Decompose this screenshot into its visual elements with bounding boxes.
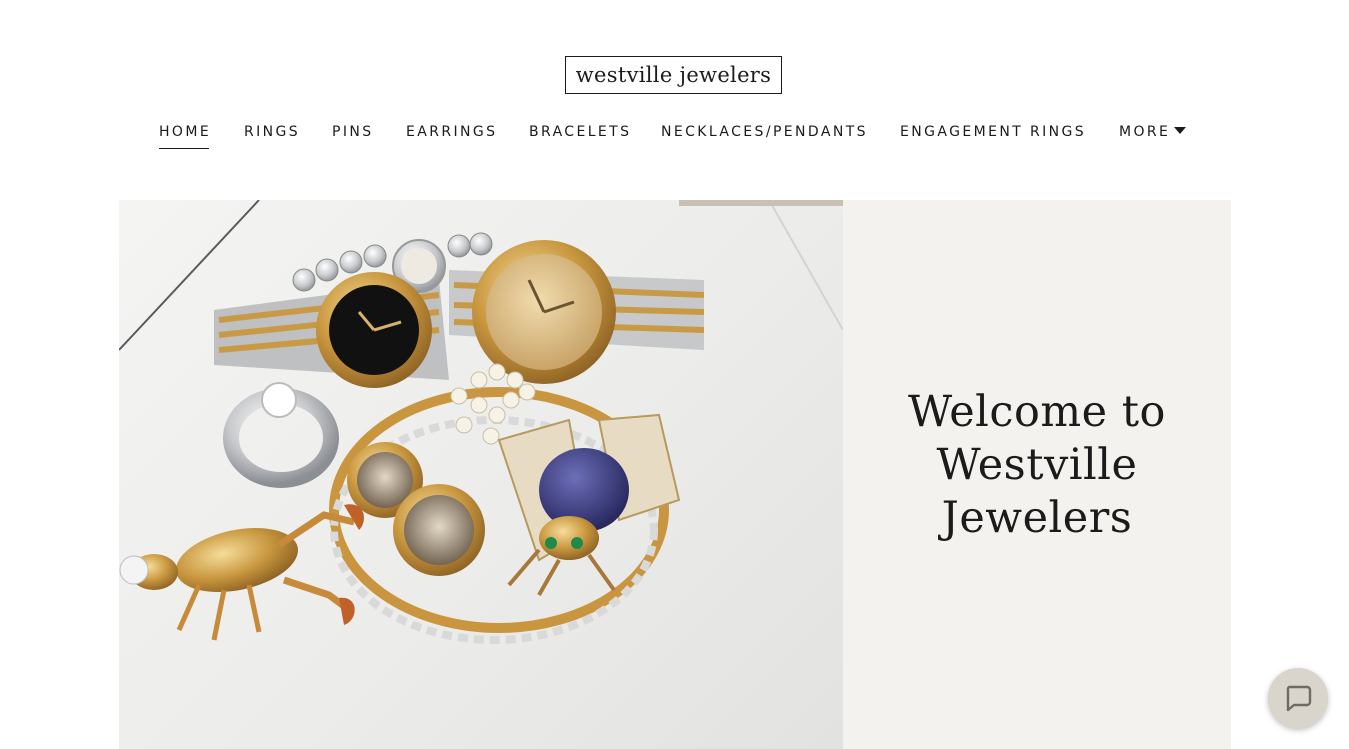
caret-down-icon — [1174, 127, 1187, 134]
hero-title: Welcome to Westville Jewelers — [908, 387, 1166, 543]
nav-item-necklaces-pendants[interactable]: NECKLACES/PENDANTS — [661, 122, 868, 142]
nav-item-more[interactable]: MORE — [1119, 122, 1187, 142]
nav-item-more-label: MORE — [1119, 124, 1171, 140]
nav-item-home[interactable]: HOME — [159, 122, 211, 149]
hero-panel: Welcome to Westville Jewelers — [843, 200, 1231, 749]
chat-button[interactable] — [1268, 668, 1328, 728]
jewelry-photo-illustration — [119, 200, 843, 644]
nav-item-bracelets[interactable]: BRACELETS — [529, 122, 631, 142]
page: westville jewelers HOME RINGS PINS EARRI… — [0, 0, 1349, 749]
site-logo[interactable]: westville jewelers — [565, 56, 782, 94]
main-nav: HOME RINGS PINS EARRINGS BRACELETS NECKL… — [0, 122, 1349, 152]
nav-item-pins[interactable]: PINS — [332, 122, 374, 142]
chat-bubble-icon — [1286, 685, 1312, 712]
nav-item-rings[interactable]: RINGS — [244, 122, 300, 142]
nav-item-earrings[interactable]: EARRINGS — [406, 122, 497, 142]
hero-image — [119, 200, 843, 749]
nav-item-engagement-rings[interactable]: ENGAGEMENT RINGS — [900, 122, 1086, 142]
